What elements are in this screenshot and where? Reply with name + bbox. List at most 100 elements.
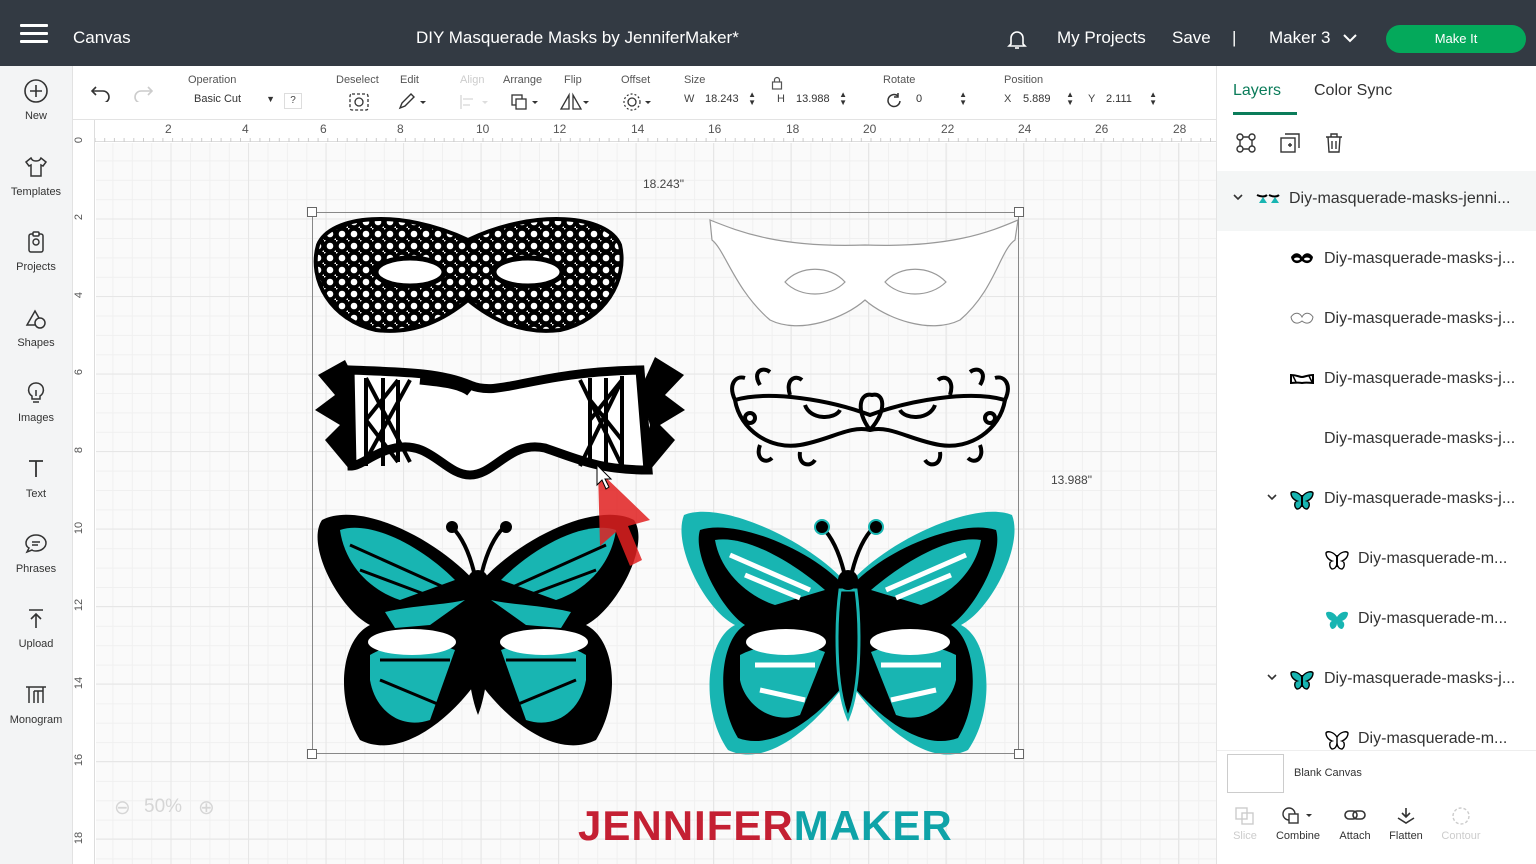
zoom-out-icon[interactable]: ⊖ <box>114 795 131 820</box>
machine-selector[interactable]: Maker 3 <box>1269 28 1330 48</box>
stepper-icon[interactable]: ▲ ▼ <box>1066 91 1074 107</box>
brand-part2: MAKER <box>793 802 953 849</box>
lock-icon[interactable] <box>771 76 783 90</box>
ruler-tick-label: 6 <box>73 368 86 376</box>
sidebar-item-label: Text <box>25 488 47 500</box>
ruler-tick-label: 2 <box>73 213 86 221</box>
zoom-in-icon[interactable]: ⊕ <box>198 795 215 820</box>
layer-group[interactable]: Diy-masquerade-masks-j... <box>1217 471 1536 531</box>
chevron-down-icon[interactable] <box>1266 671 1278 683</box>
sidebar-item-phrases[interactable]: Phrases <box>0 531 72 575</box>
layer-item[interactable]: Diy-masquerade-masks-j... <box>1217 411 1536 471</box>
duplicate-icon[interactable] <box>1279 132 1301 154</box>
layer-label: Diy-masquerade-masks-j... <box>1324 250 1516 267</box>
blank-canvas-row[interactable]: Blank Canvas <box>1217 750 1536 798</box>
sidebar-item-label: New <box>24 110 47 122</box>
contour-button[interactable]: Contour <box>1435 806 1487 842</box>
pencil-icon[interactable] <box>396 92 428 112</box>
ruler-tick-label: 18 <box>73 831 86 845</box>
make-it-button[interactable]: Make It <box>1386 25 1526 53</box>
resize-handle[interactable] <box>307 207 317 217</box>
resize-handle[interactable] <box>1014 207 1024 217</box>
save-button[interactable]: Save <box>1172 28 1211 48</box>
chevron-down-icon[interactable] <box>1266 491 1278 503</box>
flatten-button[interactable]: Flatten <box>1380 806 1432 842</box>
sidebar-item-images[interactable]: Images <box>0 380 72 424</box>
butterfly-thumb-icon <box>1290 491 1314 510</box>
stepper-icon[interactable]: ▲ ▼ <box>839 91 847 107</box>
layer-item[interactable]: Diy-masquerade-m... <box>1217 531 1536 591</box>
width-dimension: 18.243" <box>643 177 684 191</box>
layer-group[interactable]: Diy-masquerade-masks-jenni... <box>1217 171 1536 231</box>
redo-icon[interactable] <box>131 84 155 102</box>
rotate-input[interactable]: 0 ▲ ▼ <box>911 91 971 109</box>
layer-item[interactable]: Diy-masquerade-masks-j... <box>1217 231 1536 291</box>
app-name: Canvas <box>73 28 131 47</box>
sidebar-item-upload[interactable]: Upload <box>0 606 72 650</box>
ruler-horizontal: 2 4 6 8 10 12 14 16 18 20 22 24 26 28 <box>73 120 1216 142</box>
height-input[interactable]: 13.988 ▲ ▼ <box>791 91 851 109</box>
selection-box[interactable] <box>312 212 1019 754</box>
bell-icon[interactable] <box>1005 27 1029 51</box>
butterfly-teal-thumb-icon <box>1326 611 1348 629</box>
resize-handle[interactable] <box>307 749 317 759</box>
sidebar-item-new[interactable]: New <box>0 78 72 122</box>
hamburger-menu-icon[interactable] <box>20 24 48 44</box>
sidebar-item-text[interactable]: Text <box>0 456 72 500</box>
ruler-tick-label: 0 <box>73 136 86 144</box>
butterfly-outline-thumb-icon <box>1325 731 1349 750</box>
combine-button[interactable]: Combine <box>1272 806 1324 842</box>
sidebar-item-label: Images <box>17 412 55 424</box>
blank-canvas-swatch[interactable] <box>1227 754 1284 793</box>
layer-group[interactable]: Diy-masquerade-masks-j... <box>1217 651 1536 711</box>
project-title[interactable]: DIY Masquerade Masks by JenniferMaker* <box>416 28 739 48</box>
arrange-icon[interactable] <box>510 92 542 112</box>
stepper-icon[interactable]: ▲ ▼ <box>1149 91 1157 107</box>
offset-icon[interactable] <box>622 92 654 112</box>
undo-icon[interactable] <box>89 84 113 102</box>
deselect-label: Deselect <box>336 74 379 86</box>
height-dimension: 13.988" <box>1051 473 1092 487</box>
ruler-tick-label: 10 <box>73 521 86 535</box>
stepper-icon[interactable]: ▲ ▼ <box>959 91 967 107</box>
rotate-icon[interactable] <box>884 92 904 112</box>
group-icon[interactable] <box>1235 132 1257 154</box>
attach-button[interactable]: Attach <box>1329 806 1381 842</box>
monogram-icon <box>26 686 46 703</box>
black-mask-thumb-icon <box>1291 253 1313 264</box>
layer-label: Diy-masquerade-masks-j... <box>1324 370 1516 387</box>
ruler-tick-label: 12 <box>73 598 86 612</box>
ruler-tick-label: 14 <box>73 676 86 690</box>
layer-item[interactable]: Diy-masquerade-m... <box>1217 711 1536 750</box>
chevron-down-icon[interactable] <box>1342 32 1358 44</box>
tab-color-sync[interactable]: Color Sync <box>1314 82 1392 100</box>
operation-select[interactable]: Basic Cut ▼ <box>188 91 279 109</box>
layer-item[interactable]: Diy-masquerade-masks-j... <box>1217 351 1536 411</box>
stepper-icon[interactable]: ▲ ▼ <box>748 91 756 107</box>
width-input[interactable]: 18.243 ▲ ▼ <box>700 91 760 109</box>
chevron-down-icon[interactable] <box>1232 191 1244 203</box>
sidebar-item-templates[interactable]: Templates <box>0 154 72 198</box>
slice-button[interactable]: Slice <box>1219 806 1271 842</box>
my-projects-link[interactable]: My Projects <box>1057 28 1146 48</box>
align-icon <box>458 92 490 112</box>
y-input[interactable]: 2.111 ▲ ▼ <box>1101 91 1161 109</box>
butterfly-thumb-icon <box>1290 671 1314 690</box>
sidebar-item-shapes[interactable]: Shapes <box>0 305 72 349</box>
resize-handle[interactable] <box>1014 749 1024 759</box>
layer-item[interactable]: Diy-masquerade-masks-j... <box>1217 291 1536 351</box>
ruler-tick-label: 4 <box>73 291 86 299</box>
layer-label: Diy-masquerade-masks-j... <box>1324 430 1516 447</box>
operation-help-button[interactable]: ? <box>284 93 302 109</box>
x-input[interactable]: 5.889 ▲ ▼ <box>1018 91 1078 109</box>
attach-icon <box>1344 810 1366 820</box>
tool-label: Combine <box>1275 830 1321 842</box>
layer-item[interactable]: Diy-masquerade-m... <box>1217 591 1536 651</box>
tab-layers[interactable]: Layers <box>1233 82 1297 115</box>
sidebar-item-monogram[interactable]: Monogram <box>0 682 72 726</box>
sidebar-item-projects[interactable]: Projects <box>0 229 72 273</box>
deselect-icon[interactable] <box>348 92 370 112</box>
trash-icon[interactable] <box>1323 132 1345 154</box>
flip-icon[interactable] <box>559 92 591 112</box>
projects-icon <box>28 231 44 253</box>
